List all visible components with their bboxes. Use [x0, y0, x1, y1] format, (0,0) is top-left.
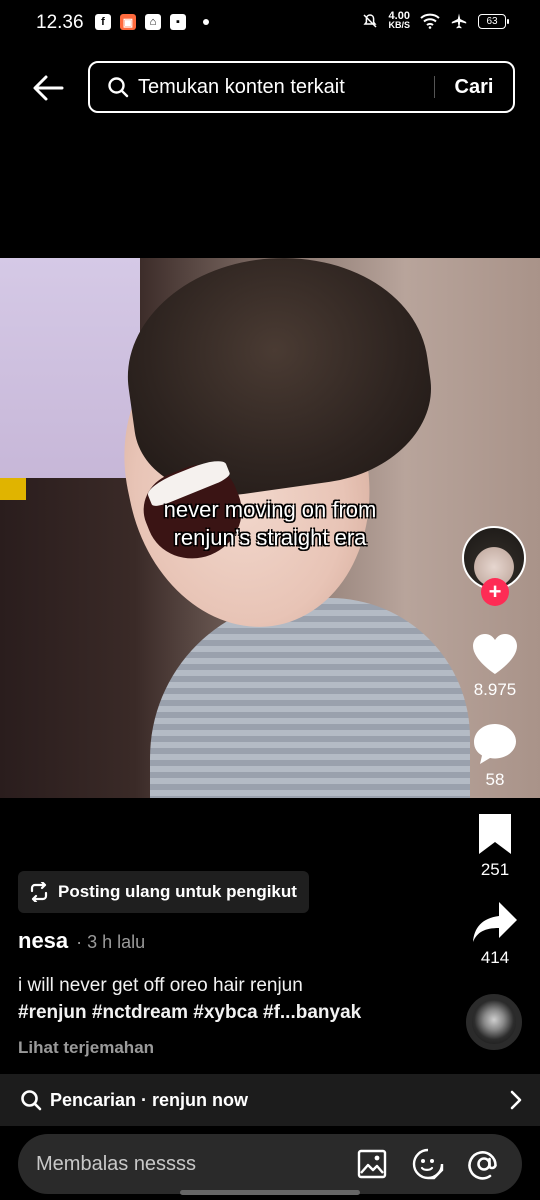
related-search-bar[interactable]: Pencarian · renjun now	[0, 1074, 540, 1126]
comment-bubble-icon	[474, 724, 516, 764]
video-figure-hair	[113, 258, 443, 508]
wifi-icon	[420, 13, 440, 29]
follow-plus-button[interactable]: +	[481, 578, 509, 606]
reply-input[interactable]: Membalas nessss	[18, 1134, 522, 1194]
search-icon	[20, 1089, 42, 1111]
save-count: 251	[480, 860, 510, 879]
search-submit-button[interactable]: Cari	[435, 76, 513, 99]
share-count: 414	[480, 948, 510, 967]
caption-line-1: never moving on from	[163, 497, 377, 522]
network-speed: 4.00 KB/S	[388, 10, 410, 30]
home-indicator	[180, 1190, 360, 1195]
mention-button[interactable]	[466, 1146, 502, 1182]
search-input-text[interactable]: Temukan konten terkait	[138, 76, 434, 99]
sticker-face-icon	[412, 1148, 444, 1180]
bookmark-icon	[479, 814, 511, 854]
video-player[interactable]: never moving on from renjun’s straight e…	[0, 258, 540, 798]
post-description[interactable]: i will never get off oreo hair renjun #r…	[18, 972, 448, 1026]
share-arrow-icon	[473, 902, 517, 942]
status-right: 4.00 KB/S 63	[362, 10, 509, 30]
video-figure-shirt	[150, 598, 470, 798]
battery-indicator: 63	[478, 13, 509, 29]
chevron-right-icon	[510, 1090, 522, 1110]
like-count: 8.975	[473, 680, 517, 699]
caption-line-2: renjun’s straight era	[173, 525, 367, 550]
facebook-icon: f	[95, 14, 111, 30]
comment-count: 58	[485, 770, 505, 789]
image-icon	[357, 1149, 387, 1179]
search-icon	[106, 75, 130, 99]
arrow-left-icon	[33, 75, 64, 101]
author-name[interactable]: nesa	[18, 928, 68, 954]
repost-chip[interactable]: Posting ulang untuk pengikut	[18, 871, 309, 913]
status-time: 12.36	[36, 12, 84, 33]
post-time: · 3 h lalu	[76, 932, 146, 952]
description-text: i will never get off oreo hair renjun	[18, 975, 303, 996]
like-button[interactable]: 8.975	[460, 632, 530, 700]
comment-button[interactable]: 58	[460, 722, 530, 790]
background-screen	[0, 258, 140, 478]
more-notifications-dot-icon	[203, 19, 209, 25]
at-sign-icon	[468, 1151, 497, 1180]
share-button[interactable]: 414	[460, 900, 530, 968]
search-field[interactable]: Temukan konten terkait Cari	[88, 61, 515, 113]
reply-placeholder[interactable]: Membalas nessss	[36, 1153, 354, 1176]
app-notification-icon: ▪	[170, 14, 186, 30]
airplane-icon	[451, 13, 467, 29]
image-picker-button[interactable]	[354, 1146, 390, 1182]
back-button[interactable]	[28, 68, 68, 108]
sticker-button[interactable]	[410, 1146, 446, 1182]
hashtags[interactable]: #renjun #nctdream #xybca #f...banyak	[18, 999, 448, 1026]
game-app-icon: ▣	[120, 14, 136, 30]
sound-disc[interactable]	[466, 994, 522, 1050]
see-translation-link[interactable]: Lihat terjemahan	[18, 1038, 154, 1058]
related-search-text: Pencarian · renjun now	[50, 1089, 249, 1110]
notification-icons: f ▣ ⌂ ▪	[95, 14, 209, 30]
heart-icon	[473, 634, 517, 674]
save-button[interactable]: 251	[460, 812, 530, 880]
status-bar: 12.36 f ▣ ⌂ ▪ 4.00 KB/S 63	[0, 0, 540, 48]
video-caption-overlay: never moving on from renjun’s straight e…	[0, 496, 540, 552]
mosque-icon: ⌂	[145, 14, 161, 30]
repost-label: Posting ulang untuk pengikut	[58, 882, 297, 901]
author-line: nesa · 3 h lalu	[18, 928, 145, 954]
mute-bell-icon	[363, 14, 378, 28]
repost-icon	[30, 882, 48, 902]
